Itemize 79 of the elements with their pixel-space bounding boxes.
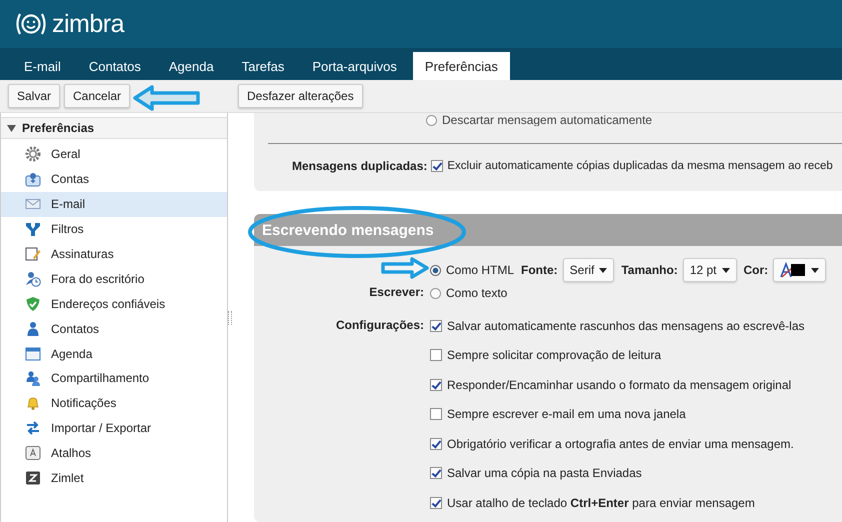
checkbox[interactable] <box>430 408 442 420</box>
checkbox[interactable] <box>431 160 444 172</box>
radio-label: Como texto <box>446 286 508 300</box>
annotation-arrow <box>380 257 430 279</box>
sidebar-item[interactable]: Filtros <box>1 216 227 242</box>
checkbox-label: Excluir automaticamente cópias duplicadas da mesma mensagem ao receb <box>447 160 833 172</box>
splitter-handle[interactable] <box>228 310 232 324</box>
sidebar-item[interactable]: Fora do escritório <box>1 266 227 292</box>
radio-button[interactable] <box>426 114 437 126</box>
field-label: Configurações: <box>334 318 424 334</box>
app-tab[interactable]: Preferências <box>412 52 510 80</box>
radio-button[interactable] <box>430 288 441 298</box>
caret-icon <box>599 268 608 272</box>
size-dropdown[interactable]: 12 pt <box>682 258 737 282</box>
app-tab[interactable]: Tarefas <box>230 52 296 80</box>
checkbox-label: Salvar automaticamente rascunhos das mensagens ao escrevê-las <box>447 318 805 332</box>
expand-triangle-icon[interactable] <box>7 124 16 132</box>
radio-label: Como HTML <box>446 263 514 277</box>
checkbox[interactable] <box>430 438 442 450</box>
checkbox[interactable] <box>430 320 442 332</box>
sidebar-item[interactable]: Contatos <box>1 316 227 342</box>
sidebar-item[interactable]: Zimlet <box>1 466 227 490</box>
checkbox-label: Salvar uma cópia na pasta Enviadas <box>447 466 642 480</box>
field-label: Escrever: <box>368 285 424 299</box>
radio-button[interactable] <box>430 264 441 276</box>
app-tab[interactable]: Contatos <box>76 52 153 80</box>
annotation-arrow <box>132 84 202 112</box>
checkbox[interactable] <box>430 349 442 361</box>
checkbox-label: Usar atalho de teclado Ctrl+Enter para enviar mensagem <box>447 496 755 510</box>
checkbox[interactable] <box>430 378 442 390</box>
field-label: Cor: <box>744 263 768 277</box>
field-label: Fonte: <box>521 263 558 277</box>
sidebar-item[interactable]: Contas <box>1 166 227 192</box>
z-icon <box>25 470 41 486</box>
key-icon <box>25 445 41 462</box>
person-icon <box>25 320 41 337</box>
app-tab[interactable]: Porta-arquivos <box>300 52 409 80</box>
toolbar-button[interactable]: Salvar <box>8 84 60 108</box>
sidebar-item[interactable]: Compartilhamento <box>1 366 227 391</box>
shield-icon <box>25 296 41 312</box>
sidebar-item[interactable]: Geral <box>1 142 227 167</box>
people-icon <box>25 370 41 386</box>
app-tab[interactable]: E-mail <box>12 52 73 80</box>
caret-icon <box>811 268 820 272</box>
sidebar-item[interactable]: Agenda <box>1 341 227 366</box>
app-tab[interactable]: Agenda <box>156 52 226 80</box>
text-color-icon <box>780 262 806 278</box>
calendar-icon <box>25 346 41 362</box>
sidebar-item[interactable]: Assinaturas <box>1 242 227 266</box>
sidebar-item[interactable]: Atalhos <box>1 440 227 466</box>
tree-header-label: Preferências <box>22 121 94 135</box>
person-plus-icon <box>25 171 41 188</box>
pencil-icon <box>25 246 41 262</box>
sidebar-item[interactable]: Notificações <box>1 390 227 416</box>
gear-icon <box>25 146 41 162</box>
field-label: Tamanho: <box>621 263 678 277</box>
sidebar-item[interactable]: Endereços confiáveis <box>1 291 227 316</box>
tree-header[interactable]: Preferências <box>1 117 227 139</box>
sidebar-item[interactable]: Importar / Exportar <box>1 416 227 441</box>
clock-person-icon <box>25 270 41 287</box>
arrows-icon <box>25 420 41 436</box>
logo-icon <box>14 11 48 37</box>
checkbox[interactable] <box>430 496 442 508</box>
font-dropdown[interactable]: Serif <box>562 258 614 282</box>
toolbar-button[interactable]: Cancelar <box>64 84 130 108</box>
logo-text: zimbra <box>52 10 124 38</box>
checkbox[interactable] <box>430 467 442 479</box>
caret-icon <box>722 268 730 272</box>
undo-changes-button[interactable]: Desfazer alterações <box>238 84 363 108</box>
section-title: Escrevendo mensagens <box>262 222 434 238</box>
bell-icon <box>25 395 41 412</box>
funnel-icon <box>25 221 41 238</box>
checkbox-label: Sempre escrever e-mail em uma nova janela <box>447 407 686 421</box>
field-label: Mensagens duplicadas: <box>292 159 428 173</box>
checkbox-label: Sempre solicitar comprovação de leitura <box>447 348 662 362</box>
color-picker[interactable] <box>773 258 826 282</box>
sidebar-item[interactable]: E-mail <box>1 192 227 217</box>
checkbox-label: Obrigatório verificar a ortografia antes de enviar uma mensagem. <box>447 436 794 450</box>
checkbox-label: Responder/Encaminhar usando o formato da mensagem original <box>447 378 792 392</box>
